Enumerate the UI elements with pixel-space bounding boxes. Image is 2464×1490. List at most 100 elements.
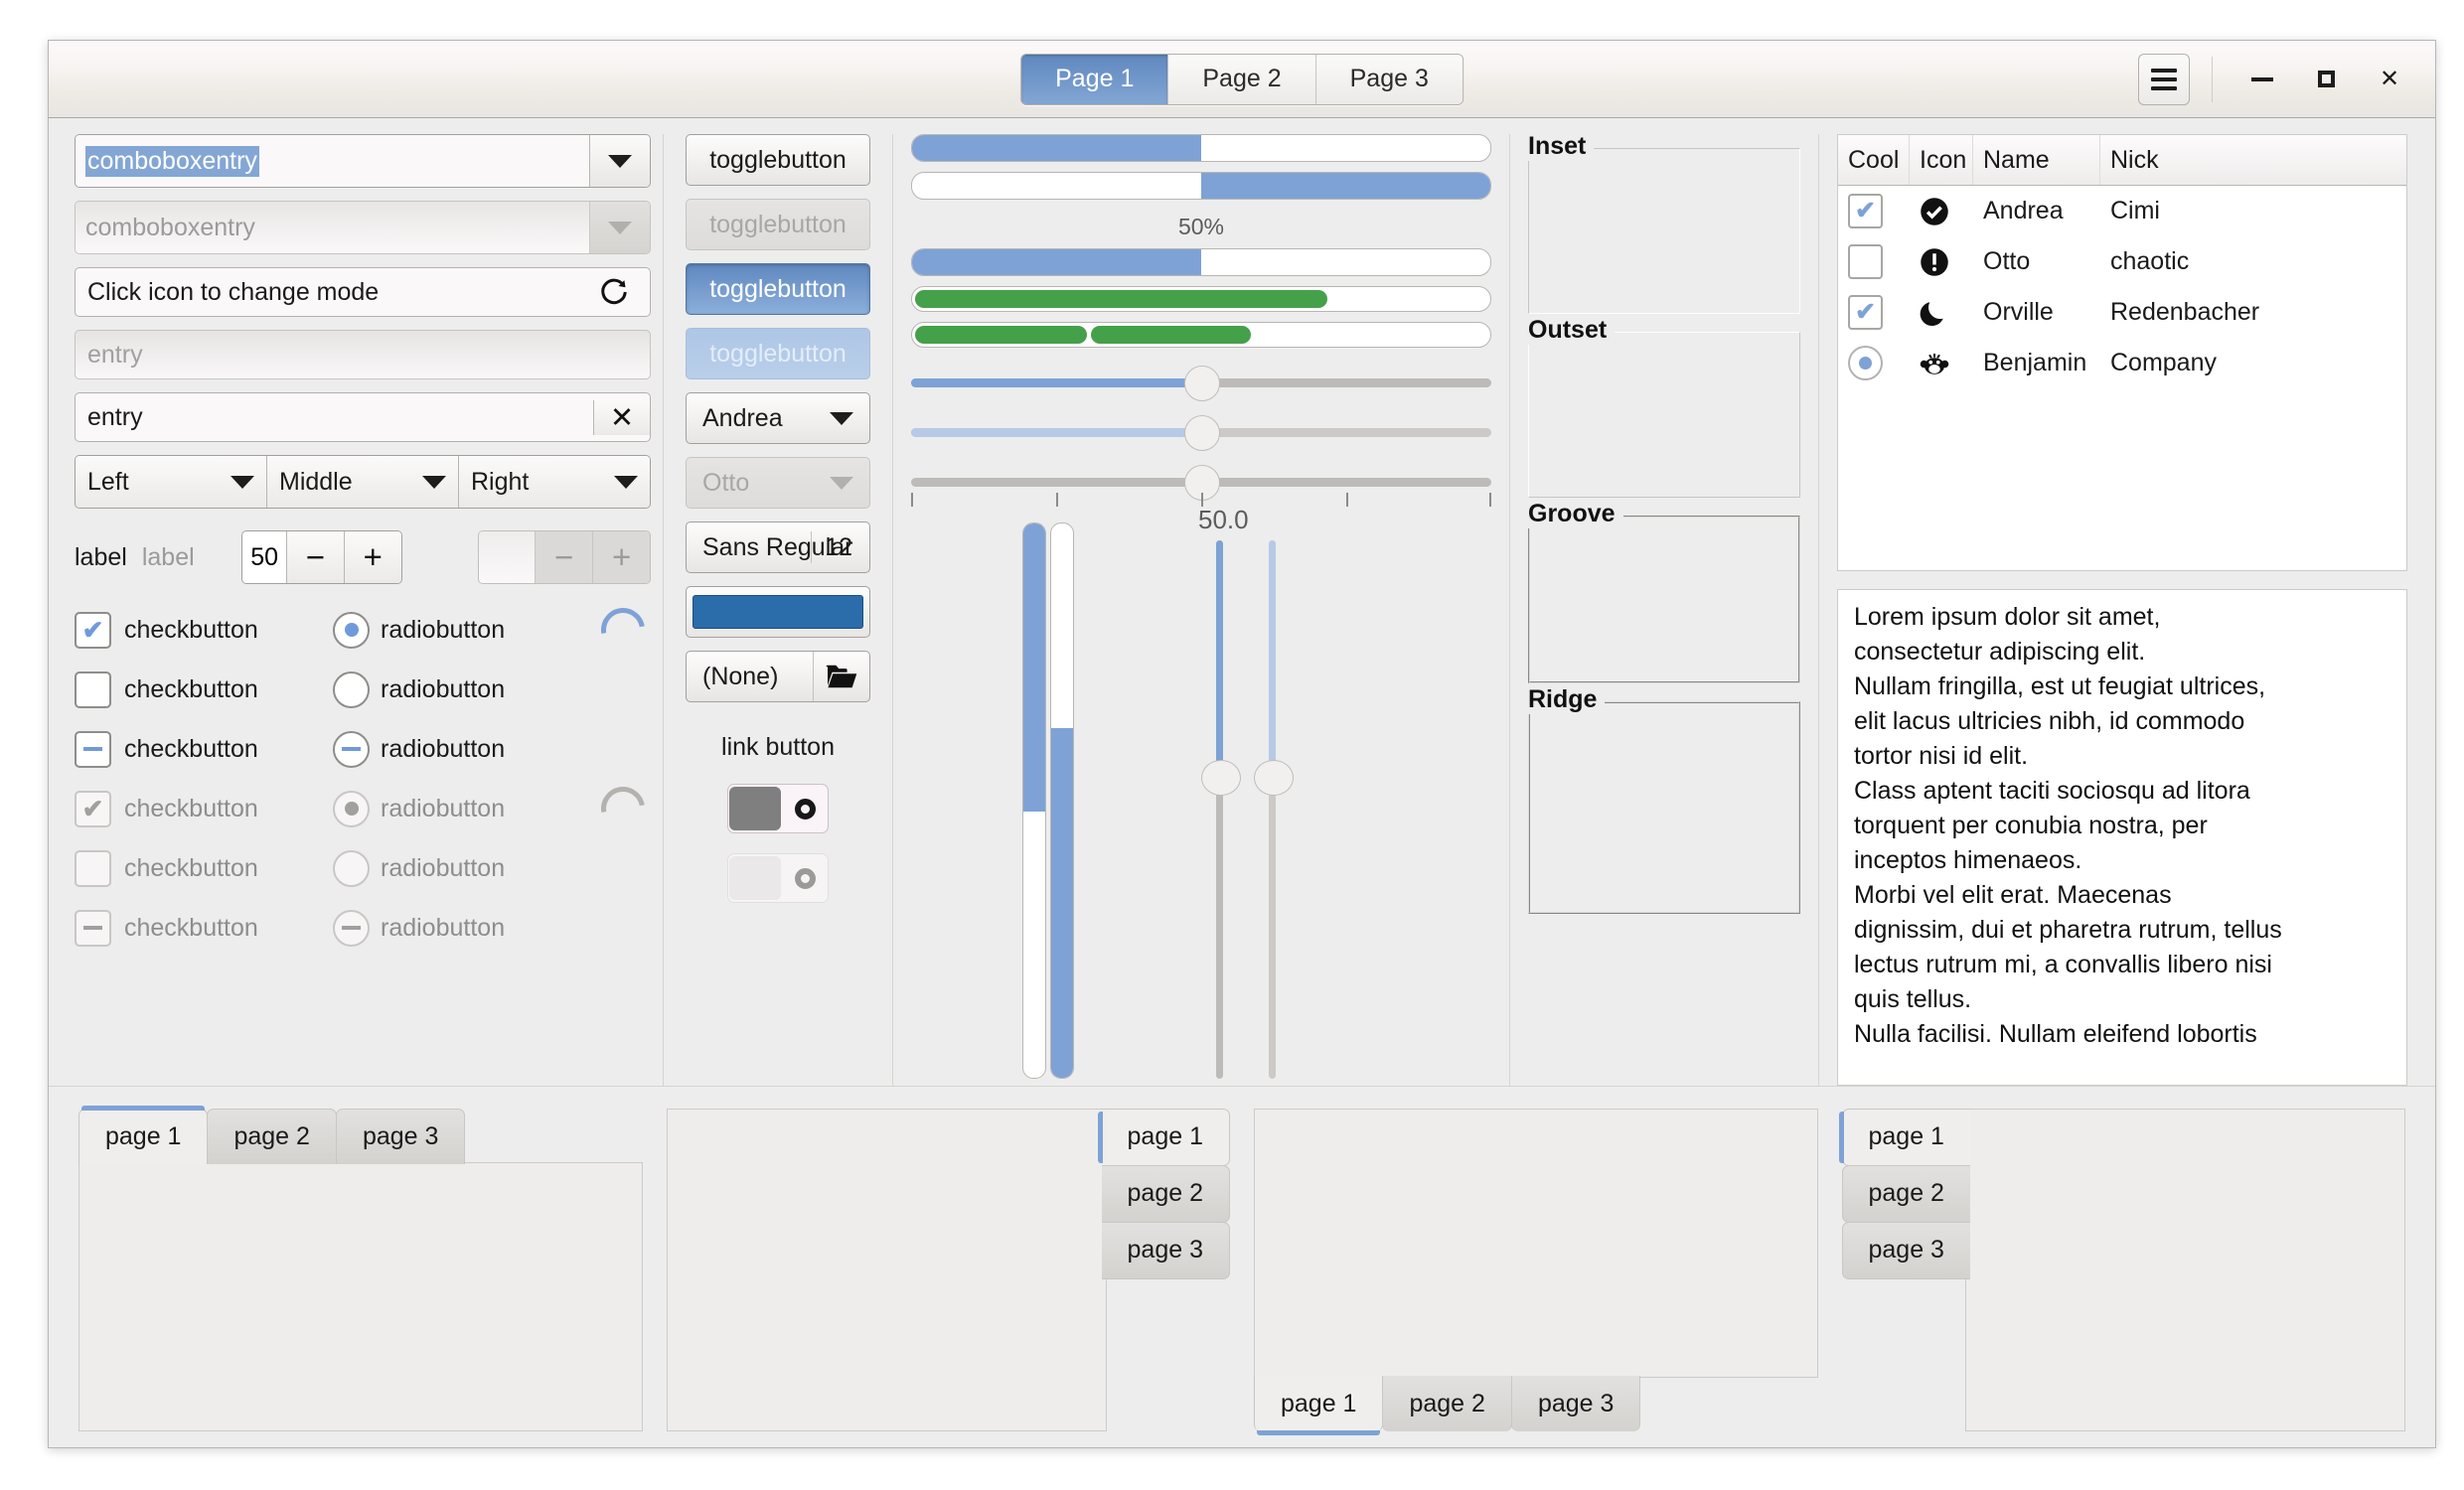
notebook-bottom-page: [1254, 1109, 1818, 1378]
row-cool-cell[interactable]: [1838, 244, 1910, 279]
spinbutton-minus[interactable]: −: [286, 531, 344, 583]
textview-line: lectus rutrum mi, a convallis libero nis…: [1854, 948, 2390, 982]
radio-selected[interactable]: [333, 612, 370, 649]
row-name-cell: Orville: [1973, 298, 2100, 327]
row-cool-cell[interactable]: [1838, 346, 1910, 380]
open-folder-icon[interactable]: [813, 652, 869, 701]
font-button[interactable]: Sans Regular 12: [686, 522, 870, 573]
frame-title: Inset: [1528, 132, 1594, 161]
notebook-bottom-tab-1[interactable]: page 1: [1254, 1376, 1383, 1431]
scale-horizontal-2-disabled: [911, 409, 1491, 459]
switch-off[interactable]: [727, 853, 829, 903]
notebook-right-tab-3[interactable]: page 3: [1102, 1222, 1230, 1279]
minimize-icon[interactable]: [2234, 55, 2290, 104]
notebook-top-tab-1[interactable]: page 1: [78, 1109, 208, 1164]
table-row[interactable]: Otto chaotic: [1838, 236, 2406, 287]
tab-page-1[interactable]: Page 1: [1021, 55, 1168, 104]
hamburger-menu-icon[interactable]: [2138, 54, 2190, 105]
column-frames: Inset Outset Groove Ridge: [1510, 134, 1818, 1086]
comboboxentry-text[interactable]: comboboxentry: [76, 135, 589, 187]
checkbox-unchecked[interactable]: [75, 671, 111, 708]
spinbutton[interactable]: 50 − +: [241, 530, 402, 584]
tab-page-3[interactable]: Page 3: [1316, 55, 1463, 104]
checkbox-mixed[interactable]: [75, 731, 111, 768]
scale-vertical-value-label: 50.0: [1198, 505, 1249, 535]
checkbox-checked-disabled: ✔: [75, 791, 111, 827]
notebook-left-tab-2[interactable]: page 2: [1842, 1165, 1970, 1223]
textview[interactable]: Lorem ipsum dolor sit amet, consectetur …: [1837, 589, 2407, 1086]
textview-line: torquent per conubia nostra, per: [1854, 809, 2390, 843]
radio-selected-disabled: [333, 791, 370, 827]
notebook-right-tab-1[interactable]: page 1: [1102, 1109, 1230, 1166]
chevron-down-icon[interactable]: [589, 135, 650, 187]
clear-entry[interactable]: entry ✕: [75, 392, 651, 442]
check-radio-row-disabled: checkbutton radiobutton: [75, 838, 651, 898]
comboboxentry-disabled-row: comboboxentry: [75, 201, 651, 254]
notebook-bottom-tab-2[interactable]: page 2: [1382, 1376, 1511, 1431]
column-header-cool[interactable]: Cool: [1838, 135, 1910, 185]
radio-label: radiobutton: [381, 795, 589, 823]
column-header-name[interactable]: Name: [1973, 135, 2100, 185]
treeview[interactable]: Cool Icon Name Nick ✔ Andrea Cimi: [1837, 134, 2407, 571]
combo-right[interactable]: Right: [459, 456, 650, 508]
font-size-label: 12: [825, 533, 852, 562]
checkbox-checked[interactable]: ✔: [75, 612, 111, 649]
switch-on[interactable]: [727, 784, 829, 833]
switch-indicator-on: [782, 799, 828, 820]
combobox-otto-label: Otto: [702, 469, 749, 498]
notebook-top-tab-2[interactable]: page 2: [207, 1109, 336, 1164]
refresh-icon[interactable]: [592, 277, 638, 307]
scale-handle[interactable]: [1184, 366, 1220, 401]
notebook-left-tab-1[interactable]: page 1: [1842, 1109, 1970, 1166]
plain-entry-disabled: entry: [75, 330, 651, 379]
warning-circle-icon: [1910, 247, 1973, 277]
notebook-right-tab-2[interactable]: page 2: [1102, 1165, 1230, 1223]
checkbox-label: checkbutton: [124, 854, 333, 883]
radio-unselected[interactable]: [333, 671, 370, 708]
notebook-left-tab-3[interactable]: page 3: [1842, 1222, 1970, 1279]
notebook-right-page: [667, 1109, 1108, 1431]
link-button[interactable]: link button: [721, 733, 835, 762]
table-row[interactable]: ✔ Orville Redenbacher: [1838, 287, 2406, 338]
maximize-icon[interactable]: [2298, 55, 2354, 104]
tab-page-2[interactable]: Page 2: [1168, 55, 1315, 104]
radio-mixed[interactable]: [333, 731, 370, 768]
icon-entry[interactable]: Click icon to change mode: [75, 267, 651, 317]
spinbutton-value[interactable]: 50: [242, 531, 286, 583]
progressbar-vertical-1: [1022, 522, 1046, 1079]
togglebutton-2-disabled: togglebutton: [686, 199, 870, 250]
row-checkbox-checked[interactable]: ✔: [1848, 194, 1883, 228]
clear-icon[interactable]: ✕: [593, 400, 650, 435]
color-button[interactable]: [686, 586, 870, 638]
file-chooser-button[interactable]: (None): [686, 651, 870, 702]
spinbutton-plus[interactable]: +: [344, 531, 401, 583]
notebook-top-tab-3[interactable]: page 3: [336, 1109, 465, 1164]
scale-horizontal-3-marks[interactable]: [911, 459, 1491, 509]
table-row[interactable]: Benjamin Company: [1838, 338, 2406, 388]
row-radio-selected[interactable]: [1848, 346, 1883, 380]
notebook-left-page: [1965, 1109, 2406, 1431]
column-header-nick[interactable]: Nick: [2100, 135, 2406, 185]
notebook-bottom-wrap: page 1 page 2 page 3: [1242, 1109, 1830, 1431]
column-header-icon[interactable]: Icon: [1910, 135, 1973, 185]
togglebutton-1[interactable]: togglebutton: [686, 134, 870, 186]
combobox-andrea[interactable]: Andrea: [686, 392, 870, 444]
row-checkbox-checked[interactable]: ✔: [1848, 295, 1883, 330]
comboboxentry[interactable]: comboboxentry: [75, 134, 651, 188]
row-cool-cell[interactable]: ✔: [1838, 295, 1910, 330]
clear-entry-value[interactable]: entry: [76, 403, 593, 432]
scale-vertical-1[interactable]: [1199, 540, 1239, 1079]
combo-left[interactable]: Left: [76, 456, 267, 508]
combo-middle[interactable]: Middle: [267, 456, 459, 508]
scale-horizontal-1[interactable]: [911, 360, 1491, 409]
checkbox-label: checkbutton: [124, 735, 333, 764]
notebook-bottom-tab-3[interactable]: page 3: [1511, 1376, 1640, 1431]
row-checkbox-unchecked[interactable]: [1848, 244, 1883, 279]
close-icon[interactable]: ✕: [2362, 55, 2417, 104]
textview-line: Nulla facilisi. Nullam eleifend lobortis: [1854, 1017, 2390, 1052]
scale-handle[interactable]: [1201, 760, 1241, 796]
table-row[interactable]: ✔ Andrea Cimi: [1838, 186, 2406, 236]
row-cool-cell[interactable]: ✔: [1838, 194, 1910, 228]
togglebutton-3-active[interactable]: togglebutton: [686, 263, 870, 315]
progressbar-2-rtl: [911, 172, 1491, 200]
